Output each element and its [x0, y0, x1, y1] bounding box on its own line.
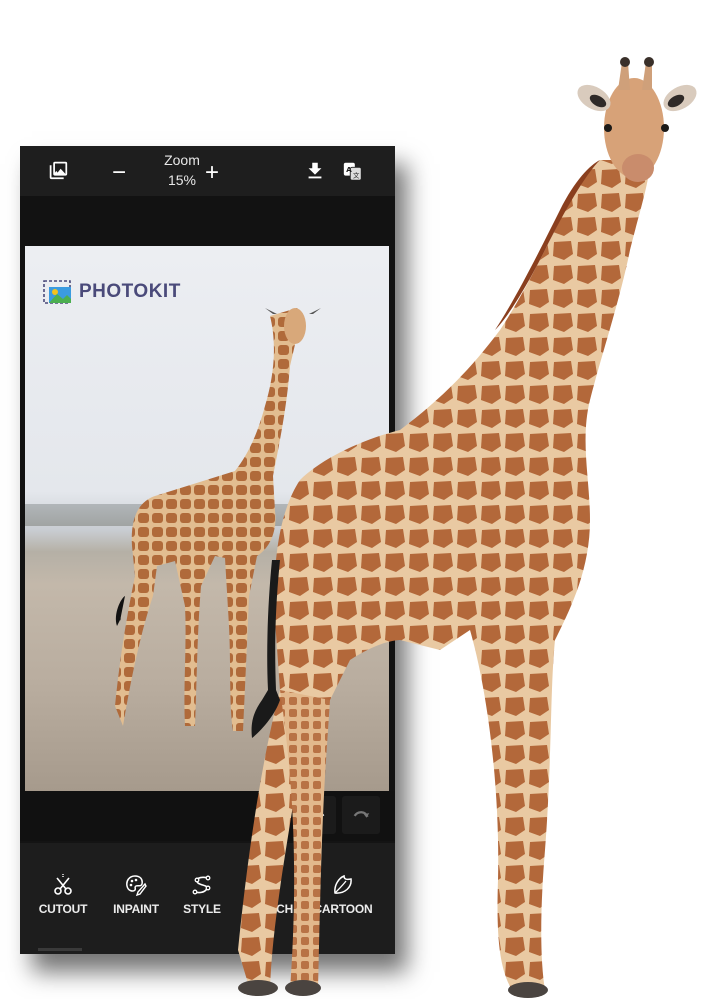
tool-label: INPAINT — [113, 902, 159, 916]
translate-icon[interactable]: A文 — [342, 160, 364, 182]
style-path-icon — [192, 875, 211, 895]
download-icon[interactable] — [304, 160, 326, 182]
tool-label: CARTOON — [313, 902, 373, 916]
svg-text:A: A — [346, 165, 352, 174]
photokit-logo-icon — [43, 280, 71, 304]
top-toolbar: − Zoom 15% + A文 — [20, 146, 395, 196]
tool-label: SKETCH — [244, 902, 294, 916]
history-bar — [20, 791, 395, 841]
canvas-area: PHOTOKIT — [20, 196, 395, 792]
leaf-icon — [334, 874, 352, 894]
tools-toolbar: CUTOUT INPAINT STYLE SKETCH CARTOON — [20, 843, 395, 954]
gallery-icon[interactable] — [48, 160, 70, 182]
tool-sketch[interactable]: SKETCH — [232, 873, 306, 933]
redo-button[interactable] — [342, 796, 380, 834]
tool-label: CUTOUT — [38, 902, 88, 916]
small-giraffe-image — [115, 308, 321, 731]
photo-editor-panel: − Zoom 15% + A文 PHOTOKIT CUTOUT INPAINT … — [20, 146, 395, 954]
photokit-logo: PHOTOKIT — [43, 279, 181, 305]
zoom-control: − Zoom 15% + — [112, 151, 232, 193]
pencil-icon — [259, 874, 280, 896]
tool-cutout[interactable]: CUTOUT — [26, 873, 100, 933]
undo-button[interactable] — [298, 796, 336, 834]
scissors-icon — [54, 874, 72, 895]
zoom-in-button[interactable]: + — [205, 161, 219, 185]
undo-icon — [308, 811, 325, 818]
palette-icon — [126, 875, 147, 897]
tool-style[interactable]: STYLE — [165, 873, 239, 933]
zoom-out-button[interactable]: − — [112, 161, 126, 185]
redo-icon — [353, 811, 370, 818]
logo-text: PHOTOKIT — [79, 281, 181, 302]
toolbar-scrollbar[interactable] — [38, 948, 82, 951]
photo-canvas[interactable]: PHOTOKIT — [25, 246, 389, 792]
svg-text:文: 文 — [353, 170, 360, 179]
tool-cartoon[interactable]: CARTOON — [306, 873, 380, 933]
tool-label: STYLE — [183, 902, 221, 916]
tool-inpaint[interactable]: INPAINT — [99, 873, 173, 933]
